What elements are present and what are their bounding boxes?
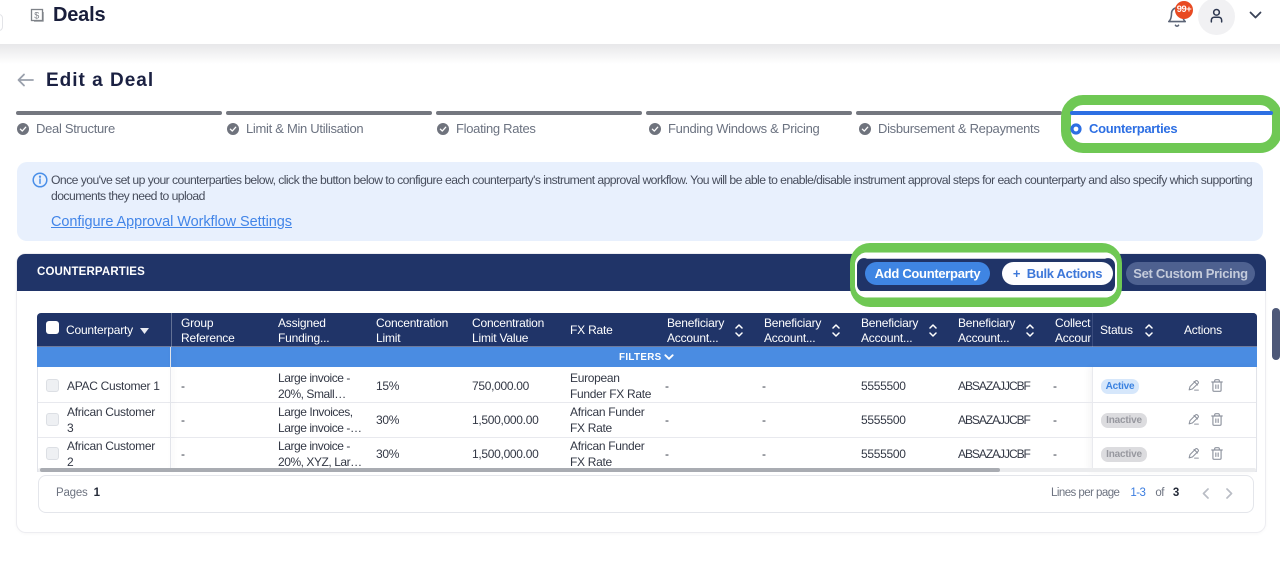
svg-text:$: $ bbox=[34, 10, 39, 20]
